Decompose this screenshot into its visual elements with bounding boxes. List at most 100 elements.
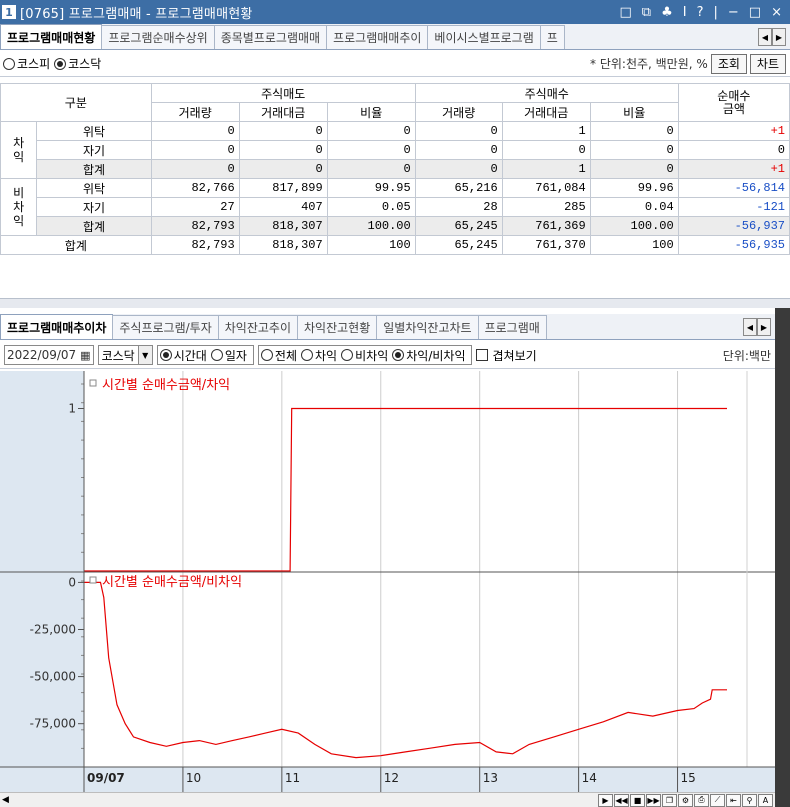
legend-marker — [89, 379, 97, 387]
link-icon[interactable]: ⧉ — [642, 5, 651, 20]
header-buy-volume: 거래량 — [414, 102, 503, 122]
query-button[interactable]: 조회 — [710, 53, 747, 74]
radio-kosdaq[interactable]: 코스닥 — [54, 55, 101, 72]
tab-program-trend-chart[interactable]: 프로그램매매추이차 — [0, 314, 114, 339]
radio-by-day-label: 일자 — [224, 348, 247, 363]
x-tick-label: 12 — [384, 771, 399, 785]
x-tick-label: 14 — [582, 771, 597, 785]
y-tick-label: -50,000 — [30, 670, 76, 684]
radio-both-label: 차익/비차익 — [406, 348, 466, 363]
header-category: 구분 — [0, 83, 152, 122]
market-select[interactable]: 코스닥 ▼ — [97, 345, 153, 365]
program-trend-chart[interactable]: 1 시간별 순매수금액/차익 0 -25,000 -50,000 -75,000 시간별 순… — [0, 371, 775, 792]
radio-non-arbitrage[interactable]: 비차익 — [341, 347, 388, 364]
fit-icon[interactable]: ⇤ — [726, 793, 741, 807]
close-icon[interactable]: × — [771, 5, 782, 20]
table-row[interactable]: 자기 27 407 0.05 28 285 0.04 -121 — [1, 197, 790, 217]
line-tool-icon[interactable]: ⟋ — [710, 793, 725, 807]
header-buy: 주식매수 — [414, 83, 679, 103]
row-label: 합계 — [36, 159, 152, 179]
net-buy-cell: -121 — [677, 197, 790, 217]
table-cell: 28 — [414, 197, 503, 217]
chart-svg: 1 시간별 순매수금액/차익 0 -25,000 -50,000 -75,000 시간별 순… — [0, 371, 775, 792]
chevron-down-icon[interactable]: ▼ — [137, 346, 152, 364]
radio-kospi[interactable]: 코스피 — [3, 55, 50, 72]
tab-arbitrage-balance-status[interactable]: 차익잔고현황 — [297, 315, 378, 339]
tab-program-by-stock[interactable]: 종목별프로그램매매 — [213, 25, 328, 49]
table-row[interactable]: 합계 82,793 818,307 100.00 65,245 761,369 100.00… — [1, 216, 790, 236]
tab-arbitrage-balance-trend[interactable]: 차익잔고추이 — [217, 315, 298, 339]
table-cell: 82,793 — [150, 235, 240, 255]
window-title: [0765] 프로그램매매 - 프로그램매매현황 — [20, 6, 253, 22]
panel-splitter[interactable] — [0, 298, 790, 308]
table-cell: 818,307 — [238, 216, 328, 236]
radio-all[interactable]: 전체 — [260, 347, 297, 364]
maximize-icon[interactable]: □ — [749, 5, 761, 20]
stop-icon[interactable]: ■ — [630, 793, 645, 807]
tab-more[interactable]: 프 — [539, 25, 565, 49]
radio-arbitrage[interactable]: 차익 — [301, 347, 337, 364]
overlap-checkbox[interactable]: 겹쳐보기 — [476, 347, 537, 364]
screen-copy-icon[interactable]: □ — [620, 5, 632, 20]
radio-by-time-label: 시간대 — [173, 348, 207, 363]
scroll-left-arrow-icon[interactable]: ◀ — [2, 795, 9, 805]
table-row[interactable]: 차 익 위탁 0 0 0 0 1 0 +1 — [0, 121, 790, 179]
table-cell: 65,245 — [414, 216, 503, 236]
unit-label: * 단위:천주, 백만원, % — [590, 57, 708, 71]
tab-program-net-buy-top[interactable]: 프로그램순매수상위 — [101, 25, 215, 49]
table-cell: 817,899 — [238, 178, 328, 198]
date-field[interactable]: 2022/09/07 ▦ — [4, 345, 94, 365]
radio-both[interactable]: 차익/비차익 — [392, 347, 465, 364]
tab-stock-program-investor[interactable]: 주식프로그램/투자 — [112, 315, 219, 339]
copy-icon[interactable]: ❐ — [662, 793, 677, 807]
radio-non-arbitrage-dot — [341, 349, 354, 361]
tab-left-arrow-icon[interactable]: ◀ — [758, 28, 772, 46]
tab-program-trading-status[interactable]: 프로그램매매현황 — [0, 24, 103, 49]
table-cell: 100 — [589, 235, 679, 255]
tab-program-trend[interactable]: 프로그램매매추이 — [326, 25, 429, 49]
pin-icon[interactable]: ♣ — [661, 5, 673, 20]
calendar-icon[interactable]: ▦ — [80, 349, 90, 362]
scroll-last-icon[interactable]: ▶▶ — [646, 793, 661, 807]
table-row[interactable]: 비 차 익 위탁 82,766 817,899 99.95 65,216 761,084 99… — [0, 178, 790, 236]
table-row[interactable]: 자기 0 0 0 0 0 0 0 — [1, 140, 790, 160]
y-tick-label: -25,000 — [30, 623, 76, 637]
print-icon[interactable]: ⎙ — [694, 793, 709, 807]
settings-icon[interactable]: ⚙ — [678, 793, 693, 807]
radio-by-time[interactable]: 시간대 — [159, 347, 207, 364]
x-tick-label: 09/07 — [87, 771, 125, 785]
table-cell: 0 — [589, 121, 679, 141]
tab-daily-arbitrage-chart[interactable]: 일별차익잔고차트 — [376, 315, 479, 339]
radio-kospi-label: 코스피 — [17, 57, 51, 71]
table-row[interactable]: 합계 0 0 0 0 1 0 +1 — [1, 159, 790, 179]
window-controls: □ ⧉ ♣ I ? | − □ × — [620, 5, 790, 20]
info-icon[interactable]: I — [683, 5, 687, 20]
chart-title: 시간별 순매수금액/차익 — [102, 378, 230, 393]
minimize-icon[interactable]: − — [728, 5, 739, 20]
table-cell: 0 — [326, 140, 416, 160]
tab-right-arrow-icon[interactable]: ▶ — [772, 28, 786, 46]
window-titlebar: 1 [0765] 프로그램매매 - 프로그램매매현황 □ ⧉ ♣ I ? | −… — [0, 0, 790, 24]
scroll-right-icon[interactable]: ▶ — [598, 793, 613, 807]
total-row[interactable]: 합계 82,793 818,307 100 65,245 761,370 100 -56,93… — [0, 235, 790, 255]
text-tool-icon[interactable]: A — [758, 793, 773, 807]
tab-program-by-basis[interactable]: 베이시스별프로그램 — [427, 25, 541, 49]
total-label: 합계 — [0, 235, 152, 255]
date-value: 2022/09/07 — [7, 348, 77, 362]
table-cell: 0 — [414, 121, 503, 141]
help-icon[interactable]: ? — [697, 5, 704, 20]
header-buy-amount: 거래대금 — [501, 102, 591, 122]
radio-by-day-dot — [210, 349, 223, 361]
bottom-tab-left-arrow-icon[interactable]: ◀ — [743, 318, 757, 336]
chart-controls-row: 2022/09/07 ▦ 코스닥 ▼ 시간대 일자 전체 차익 비차익 차익/비… — [0, 342, 775, 369]
table-cell: 99.95 — [326, 178, 416, 198]
chart-button[interactable]: 차트 — [749, 53, 786, 74]
radio-by-day[interactable]: 일자 — [210, 347, 247, 364]
horizontal-scrollbar[interactable]: ◀ ▶ ◀◀ ■ ▶▶ ❐ ⚙ ⎙ ⟋ ⇤ ⚲ A — [0, 792, 775, 807]
scroll-first-icon[interactable]: ◀◀ — [614, 793, 629, 807]
tab-program-more[interactable]: 프로그램매 — [477, 315, 547, 339]
zoom-icon[interactable]: ⚲ — [742, 793, 757, 807]
vertical-scrollbar[interactable] — [775, 308, 790, 807]
bottom-tab-right-arrow-icon[interactable]: ▶ — [757, 318, 771, 336]
table-cell: 27 — [150, 197, 240, 217]
